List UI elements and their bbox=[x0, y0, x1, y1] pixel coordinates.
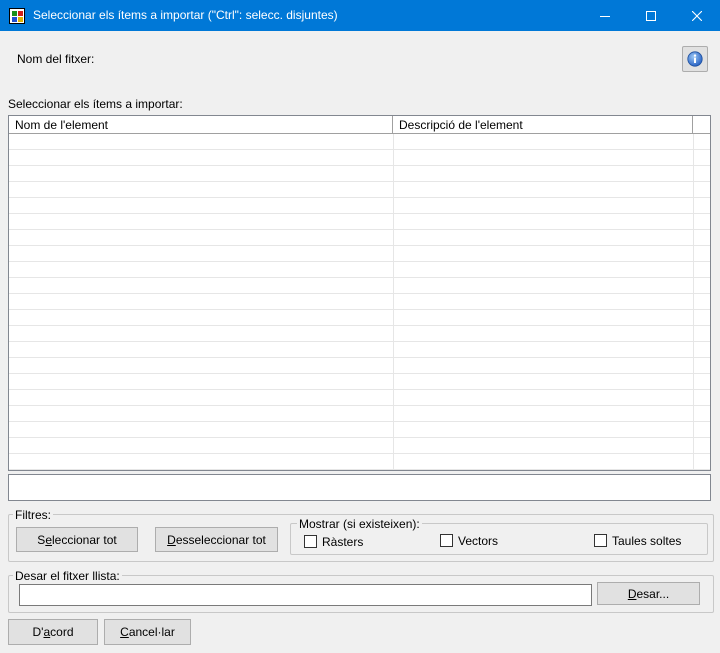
cancel-button[interactable]: Cancel·lar bbox=[104, 619, 191, 645]
deselect-all-button[interactable]: Desseleccionar tot bbox=[155, 527, 278, 552]
tables-label[interactable]: Taules soltes bbox=[612, 534, 681, 548]
info-button[interactable] bbox=[682, 46, 708, 72]
column-divider bbox=[393, 134, 394, 470]
vectors-checkbox[interactable] bbox=[440, 534, 453, 547]
maximize-button[interactable] bbox=[628, 0, 674, 31]
minimize-button[interactable] bbox=[582, 0, 628, 31]
close-icon bbox=[692, 10, 702, 21]
maximize-icon bbox=[646, 10, 656, 21]
column-divider bbox=[693, 134, 694, 470]
filters-group-label: Filtres: bbox=[13, 508, 53, 522]
show-group-label: Mostrar (si existeixen): bbox=[297, 517, 422, 531]
column-header-description[interactable]: Descripció de l'element bbox=[393, 116, 693, 134]
rasters-label[interactable]: Ràsters bbox=[322, 535, 363, 549]
ok-button[interactable]: D' a cord bbox=[8, 619, 98, 645]
close-button[interactable] bbox=[674, 0, 720, 31]
window-title: Seleccionar els ítems a importar ("Ctrl"… bbox=[33, 8, 338, 22]
info-icon bbox=[687, 51, 703, 67]
minimize-icon bbox=[600, 15, 610, 17]
items-list[interactable]: Nom de l'element Descripció de l'element bbox=[8, 115, 711, 471]
file-name-label: Nom del fitxer: bbox=[17, 52, 95, 66]
list-body[interactable] bbox=[9, 134, 710, 470]
rasters-checkbox[interactable] bbox=[304, 535, 317, 548]
column-header-name[interactable]: Nom de l'element bbox=[9, 116, 393, 134]
title-bar[interactable]: Seleccionar els ítems a importar ("Ctrl"… bbox=[0, 0, 720, 31]
item-description-box[interactable] bbox=[8, 474, 711, 501]
save-button[interactable]: Desar... bbox=[597, 582, 700, 605]
select-all-button[interactable]: Se leccionar tot bbox=[16, 527, 138, 552]
save-list-path-input[interactable] bbox=[19, 584, 592, 606]
save-list-group-label: Desar el fitxer llista: bbox=[13, 569, 122, 583]
vectors-label[interactable]: Vectors bbox=[458, 534, 498, 548]
items-section-label: Seleccionar els ítems a importar: bbox=[8, 97, 183, 111]
app-icon bbox=[9, 8, 25, 24]
list-header: Nom de l'element Descripció de l'element bbox=[9, 116, 710, 134]
tables-checkbox[interactable] bbox=[594, 534, 607, 547]
